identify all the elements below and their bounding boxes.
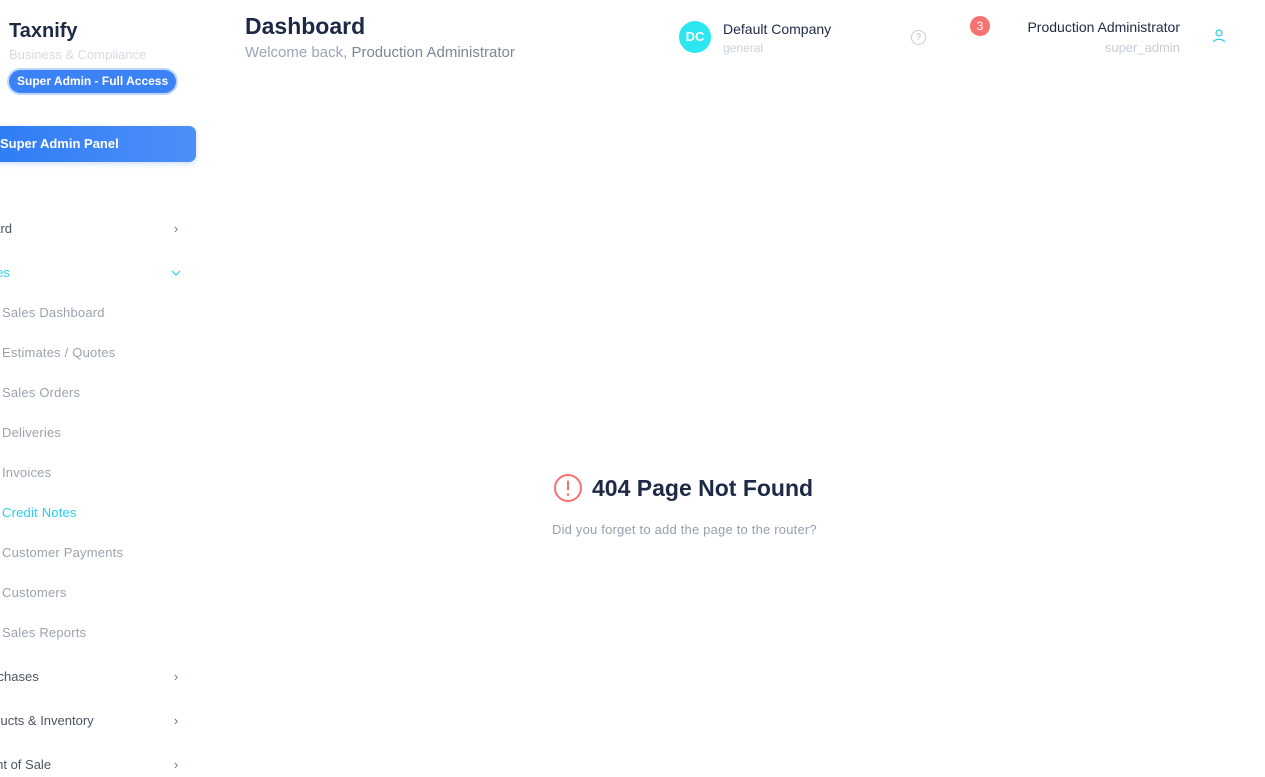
- nav-item-products-inventory[interactable]: oducts & Inventory ›: [0, 709, 186, 733]
- chevron-down-icon: [166, 261, 186, 285]
- nav-item-point-of-sale[interactable]: oint of Sale ›: [0, 753, 186, 777]
- user-role: super_admin: [1104, 40, 1180, 55]
- nav-item-label: ales: [0, 265, 10, 280]
- chevron-right-icon: ›: [173, 669, 179, 684]
- company-avatar[interactable]: DC: [679, 21, 711, 53]
- nav-item-label: oducts & Inventory: [0, 713, 94, 728]
- page-title: Dashboard: [245, 13, 366, 39]
- exclamation-circle-icon: [553, 473, 583, 503]
- super-admin-panel-button[interactable]: Super Admin Panel: [0, 126, 196, 162]
- company-name[interactable]: Default Company: [723, 21, 831, 37]
- help-icon[interactable]: ?: [911, 30, 926, 45]
- nav-item-purchases[interactable]: urchases ›: [0, 665, 186, 689]
- sub-item-sales-orders[interactable]: Sales Orders: [2, 383, 80, 403]
- nav-item-label: oint of Sale: [0, 757, 52, 772]
- error-title: 404 Page Not Found: [592, 475, 814, 501]
- nav-item-label: urchases: [0, 669, 39, 684]
- nav-item-sales[interactable]: ales: [0, 261, 186, 285]
- welcome-message: Welcome back, Production Administrator: [245, 44, 515, 61]
- welcome-prefix: Welcome back,: [245, 44, 348, 61]
- user-name[interactable]: Production Administrator: [1027, 19, 1180, 35]
- brand-tagline: Business & Compliance: [9, 47, 147, 62]
- user-icon[interactable]: [1211, 28, 1227, 44]
- sub-item-deliveries[interactable]: Deliveries: [2, 423, 61, 443]
- nav-item-dashboard[interactable]: oard ›: [0, 217, 186, 241]
- sidebar: Taxnify Business & Compliance Super Admi…: [0, 0, 205, 777]
- nav-item-label: oard: [0, 221, 13, 236]
- sub-item-sales-dashboard[interactable]: Sales Dashboard: [2, 303, 105, 323]
- role-badge: Super Admin - Full Access: [9, 70, 177, 93]
- welcome-user: Production Administrator: [351, 44, 515, 61]
- sub-item-customer-payments[interactable]: Customer Payments: [2, 543, 123, 563]
- sub-item-sales-reports[interactable]: Sales Reports: [2, 623, 86, 643]
- sub-item-invoices[interactable]: Invoices: [2, 463, 51, 483]
- chevron-right-icon: ›: [173, 713, 179, 728]
- chevron-right-icon: ›: [173, 221, 179, 236]
- brand-name: Taxnify: [9, 20, 78, 42]
- company-type: general: [723, 41, 764, 55]
- chevron-right-icon: ›: [173, 757, 179, 772]
- sub-item-estimates-quotes[interactable]: Estimates / Quotes: [2, 343, 115, 363]
- sub-item-customers[interactable]: Customers: [2, 583, 67, 603]
- sub-item-credit-notes[interactable]: Credit Notes: [2, 503, 77, 523]
- error-message: Did you forget to add the page to the ro…: [552, 522, 817, 537]
- notification-badge[interactable]: 3: [970, 16, 990, 36]
